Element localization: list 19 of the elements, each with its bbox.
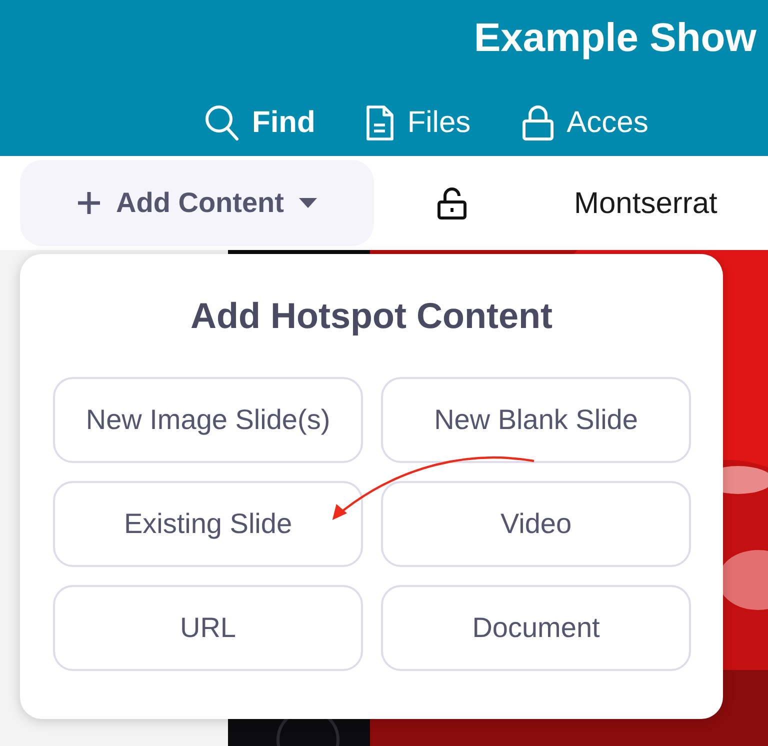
font-selector[interactable]: Montserrat — [574, 180, 718, 226]
nav-link[interactable]: Acces — [520, 100, 648, 145]
search-icon — [204, 104, 240, 142]
plus-icon — [76, 190, 102, 216]
menu-option[interactable]: Document — [381, 585, 691, 671]
menu-option[interactable]: Video — [381, 481, 691, 567]
lock-icon — [520, 104, 555, 142]
menu-option[interactable]: New Blank Slide — [381, 377, 691, 463]
caret-icon — [298, 197, 318, 209]
menu-option[interactable]: URL — [53, 585, 363, 671]
menu-option[interactable]: New Image Slide(s) — [53, 377, 363, 463]
show-title: Example Show — [474, 15, 756, 62]
nav-link[interactable]: Files — [365, 100, 471, 145]
menu-option[interactable]: Existing Slide — [53, 481, 363, 567]
nav-link[interactable]: Find — [204, 100, 316, 145]
file-icon — [365, 104, 396, 142]
add-content-button[interactable]: Add Content — [20, 160, 374, 246]
menu-title: Add Hotspot Content — [190, 294, 554, 338]
unlocked-icon[interactable] — [436, 186, 468, 220]
